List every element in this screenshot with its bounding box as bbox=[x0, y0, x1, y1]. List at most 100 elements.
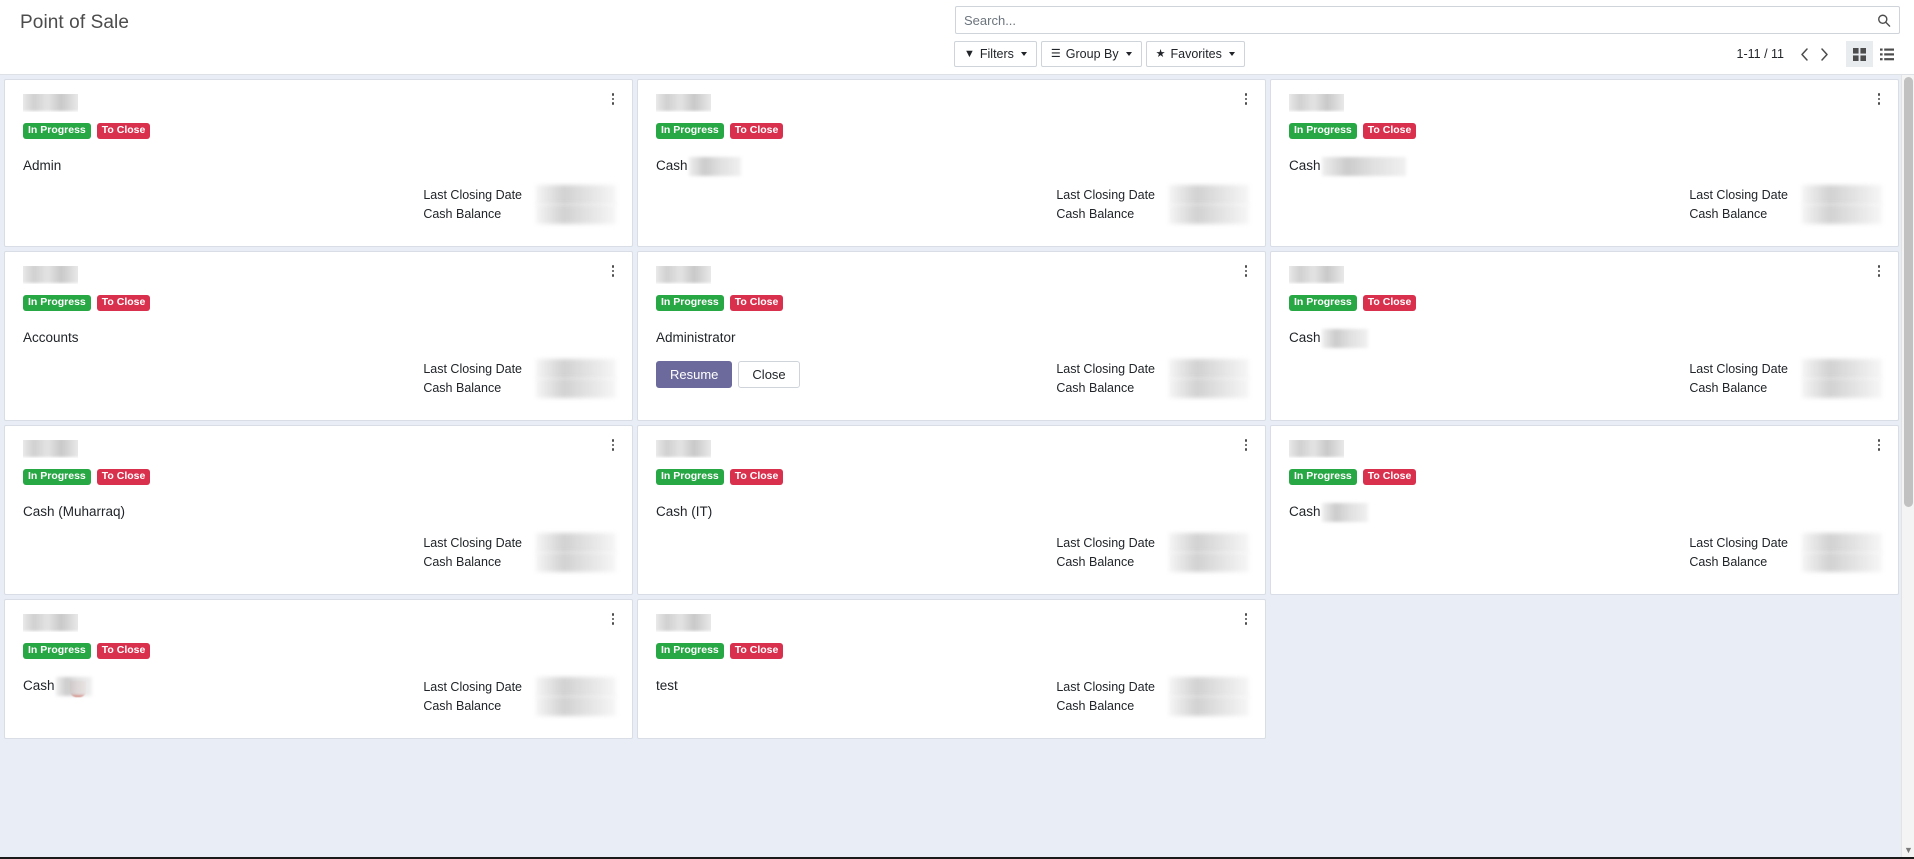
group-by-label: Group By bbox=[1066, 47, 1119, 61]
card-stat-labels: Last Closing DateCash Balance bbox=[1689, 186, 1788, 224]
last-closing-date-value bbox=[1173, 678, 1245, 697]
card-title bbox=[1289, 94, 1344, 112]
card-stat-values bbox=[1173, 534, 1245, 572]
chevron-down-icon bbox=[1021, 52, 1027, 56]
scroll-down-arrow-icon[interactable]: ▼ bbox=[1904, 846, 1913, 855]
pager-and-views: 1-11 / 11 bbox=[1737, 41, 1901, 67]
kanban-card[interactable]: In ProgressTo CloseAdminLast Closing Dat… bbox=[4, 79, 633, 247]
kanban-card[interactable]: In ProgressTo CloseCashLast Closing Date… bbox=[1270, 251, 1899, 421]
card-stats: Last Closing DateCash Balance bbox=[1056, 186, 1245, 224]
search-view[interactable] bbox=[955, 6, 1900, 34]
kanban-view-button[interactable] bbox=[1846, 41, 1873, 67]
card-subtitle-text: Cash (Muharraq) bbox=[23, 503, 125, 521]
card-stat-values bbox=[1806, 186, 1878, 224]
card-subtitle: Administrator bbox=[656, 329, 1249, 347]
kebab-menu-icon[interactable] bbox=[1239, 610, 1253, 628]
kanban-card[interactable]: In ProgressTo CloseCashLast Closing Date… bbox=[4, 599, 633, 739]
pager-previous-button[interactable] bbox=[1794, 43, 1814, 65]
status-badges: In ProgressTo Close bbox=[1289, 469, 1882, 485]
kebab-menu-icon[interactable] bbox=[1239, 262, 1253, 280]
cash-balance-value bbox=[1173, 697, 1245, 716]
status-badge-in-progress: In Progress bbox=[1289, 123, 1357, 139]
card-stat-labels: Last Closing DateCash Balance bbox=[1689, 534, 1788, 572]
card-stats: Last Closing DateCash Balance bbox=[423, 678, 612, 716]
card-title-text bbox=[23, 266, 78, 284]
filters-dropdown[interactable]: ▼ Filters bbox=[954, 41, 1037, 67]
status-badge-to-close: To Close bbox=[97, 123, 151, 139]
kebab-menu-icon[interactable] bbox=[1872, 262, 1886, 280]
card-title-text bbox=[23, 94, 78, 112]
kebab-menu-icon[interactable] bbox=[606, 436, 620, 454]
cash-balance-label: Cash Balance bbox=[423, 205, 522, 224]
kanban-card[interactable]: In ProgressTo CloseAccountsLast Closing … bbox=[4, 251, 633, 421]
card-stat-values bbox=[540, 186, 612, 224]
card-stats: Last Closing DateCash Balance bbox=[1689, 186, 1878, 224]
redacted-subtitle-value bbox=[1325, 331, 1365, 346]
redacted-subtitle-value bbox=[59, 679, 89, 694]
status-badge-in-progress: In Progress bbox=[656, 469, 724, 485]
kanban-card[interactable]: In ProgressTo CloseCashLast Closing Date… bbox=[637, 79, 1266, 247]
cash-balance-label: Cash Balance bbox=[1689, 205, 1788, 224]
kanban-card[interactable]: In ProgressTo CloseAdministratorResumeCl… bbox=[637, 251, 1266, 421]
filters-label: Filters bbox=[980, 47, 1014, 61]
status-badge-in-progress: In Progress bbox=[23, 295, 91, 311]
last-closing-date-value bbox=[1173, 186, 1245, 205]
kanban-card[interactable]: In ProgressTo ClosetestLast Closing Date… bbox=[637, 599, 1266, 739]
group-by-dropdown[interactable]: ☰ Group By bbox=[1041, 41, 1142, 67]
card-stats: Last Closing DateCash Balance bbox=[1689, 534, 1878, 572]
search-icon[interactable] bbox=[1876, 13, 1891, 28]
resume-button[interactable]: Resume bbox=[656, 361, 732, 388]
card-title bbox=[1289, 440, 1344, 458]
cash-balance-value bbox=[1173, 205, 1245, 224]
status-badges: In ProgressTo Close bbox=[1289, 295, 1882, 311]
last-closing-date-label: Last Closing Date bbox=[1056, 678, 1155, 697]
card-subtitle-text: Admin bbox=[23, 157, 61, 175]
kebab-menu-icon[interactable] bbox=[606, 90, 620, 108]
cash-balance-label: Cash Balance bbox=[423, 553, 522, 572]
scrollbar-thumb[interactable] bbox=[1904, 77, 1913, 507]
last-closing-date-value bbox=[540, 678, 612, 697]
kebab-menu-icon[interactable] bbox=[1872, 90, 1886, 108]
kebab-menu-icon[interactable] bbox=[1239, 90, 1253, 108]
kanban-card[interactable]: In ProgressTo Close Cash Last Closing Date… bbox=[1270, 425, 1899, 595]
card-title-text bbox=[1289, 266, 1344, 284]
card-title bbox=[656, 440, 711, 458]
vertical-scrollbar[interactable]: ▼ bbox=[1901, 75, 1914, 859]
kanban-card[interactable]: In ProgressTo CloseCashLast Closing Date… bbox=[1270, 79, 1899, 247]
status-badge-in-progress: In Progress bbox=[656, 295, 724, 311]
search-input[interactable] bbox=[964, 13, 1869, 28]
kebab-menu-icon[interactable] bbox=[606, 262, 620, 280]
control-panel-right: ▼ Filters ☰ Group By ★ Favorites 1-11 / … bbox=[955, 6, 1900, 67]
kanban-card[interactable]: In ProgressTo CloseCash (IT)Last Closing… bbox=[637, 425, 1266, 595]
status-badge-in-progress: In Progress bbox=[1289, 295, 1357, 311]
card-stat-values bbox=[1806, 534, 1878, 572]
status-badge-to-close: To Close bbox=[730, 469, 784, 485]
close-button[interactable]: Close bbox=[738, 361, 799, 388]
status-badge-in-progress: In Progress bbox=[23, 643, 91, 659]
kebab-menu-icon[interactable] bbox=[606, 610, 620, 628]
card-stats: Last Closing DateCash Balance bbox=[1056, 534, 1245, 572]
card-subtitle: Cash bbox=[1289, 503, 1882, 521]
status-badge-to-close: To Close bbox=[730, 123, 784, 139]
favorites-dropdown[interactable]: ★ Favorites bbox=[1146, 41, 1245, 67]
list-view-button[interactable] bbox=[1873, 41, 1900, 67]
card-title-text bbox=[1289, 440, 1344, 458]
last-closing-date-value bbox=[540, 360, 612, 379]
last-closing-date-label: Last Closing Date bbox=[1689, 360, 1788, 379]
kanban-scroll-area: In ProgressTo CloseAdminLast Closing Dat… bbox=[0, 75, 1901, 859]
last-closing-date-value bbox=[1173, 360, 1245, 379]
card-stat-labels: Last Closing DateCash Balance bbox=[1056, 186, 1155, 224]
card-title-text bbox=[656, 266, 711, 284]
redacted-subtitle-value bbox=[1325, 505, 1365, 520]
card-stat-values bbox=[1806, 360, 1878, 398]
status-badges: In ProgressTo Close bbox=[1289, 123, 1882, 139]
cash-balance-label: Cash Balance bbox=[1689, 553, 1788, 572]
card-stats: Last Closing DateCash Balance bbox=[1056, 360, 1245, 398]
pager-next-button[interactable] bbox=[1814, 43, 1834, 65]
kebab-menu-icon[interactable] bbox=[1239, 436, 1253, 454]
cash-balance-value bbox=[540, 697, 612, 716]
control-panel: Point of Sale ▼ Filters ☰ Gr bbox=[0, 0, 1914, 75]
kanban-card[interactable]: In ProgressTo CloseCash (Muharraq)Last C… bbox=[4, 425, 633, 595]
cash-balance-value bbox=[1173, 379, 1245, 398]
kebab-menu-icon[interactable] bbox=[1872, 436, 1886, 454]
